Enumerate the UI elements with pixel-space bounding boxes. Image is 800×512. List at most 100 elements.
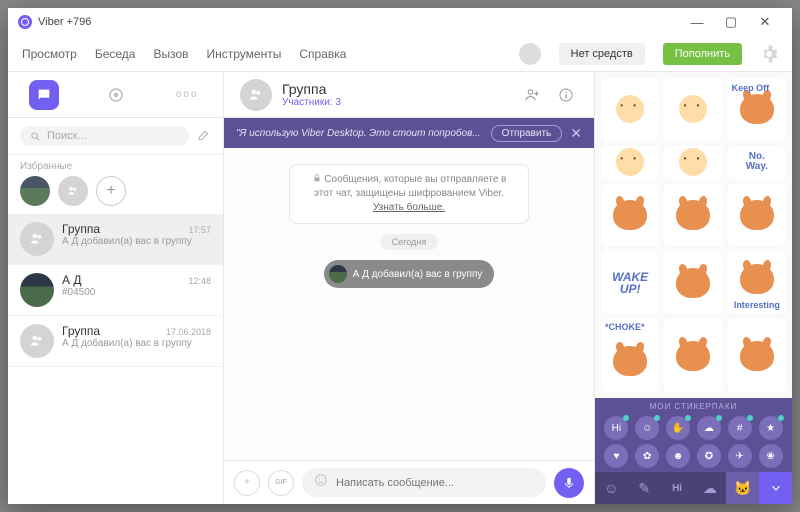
dial-icon	[107, 86, 125, 104]
gif-button[interactable]: GIF	[268, 470, 294, 496]
chat-title: Группа	[282, 81, 341, 97]
pack-item[interactable]: ❀	[759, 444, 783, 468]
pack-item[interactable]: Hi	[604, 416, 628, 440]
menu-conversation[interactable]: Беседа	[95, 47, 136, 61]
titlebar: Viber +796 — ▢ ✕	[8, 8, 792, 36]
sticker-item[interactable]	[601, 184, 659, 247]
voice-button[interactable]	[554, 468, 584, 498]
search-icon	[30, 131, 41, 142]
promo-close-button[interactable]: ✕	[570, 125, 582, 142]
sticker-item[interactable]: No. Way.	[728, 146, 786, 179]
system-message: А Д добавил(а) вас в группу	[324, 260, 495, 288]
btab-collapse[interactable]	[759, 472, 792, 504]
add-favorite-button[interactable]: +	[96, 176, 126, 206]
chat-participants[interactable]: Участники: 3	[282, 97, 341, 108]
sticker-packs: МОИ СТИКЕРПАКИ Hi ☺ ✋ ☁ # ★ ♥ ✿ ☻ ✪ ✈ ❀	[595, 398, 792, 472]
attach-button[interactable]: +	[234, 470, 260, 496]
lock-icon	[312, 173, 322, 183]
pack-item[interactable]: ☻	[666, 444, 690, 468]
more-icon: ooo	[176, 89, 199, 100]
menu-help[interactable]: Справка	[299, 47, 346, 61]
sticker-item[interactable]	[728, 184, 786, 247]
emoji-button[interactable]	[314, 473, 328, 492]
favorite-contact-1[interactable]	[20, 176, 50, 206]
chat-name: Группа	[62, 222, 100, 236]
sticker-item[interactable]	[664, 251, 722, 314]
pack-item[interactable]: ☁	[697, 416, 721, 440]
sticker-item[interactable]: Interesting	[728, 251, 786, 314]
search-input-wrap[interactable]: Поиск...	[20, 126, 189, 146]
contact-avatar	[20, 273, 54, 307]
pack-item[interactable]: ✪	[697, 444, 721, 468]
sidebar: ooo Поиск... Избранные +	[8, 72, 224, 504]
chat-snippet: А Д добавил(а) вас в группу	[62, 338, 211, 349]
search-placeholder: Поиск...	[47, 130, 87, 142]
chat-bubble-icon	[36, 87, 52, 103]
promo-text: "Я использую Viber Desktop. Это стоит по…	[236, 128, 483, 139]
btab-hi[interactable]: Hi	[661, 472, 694, 504]
sticker-item[interactable]	[728, 319, 786, 392]
smiley-icon	[314, 473, 328, 487]
balance-label[interactable]: Нет средств	[559, 43, 645, 65]
pack-item[interactable]: ✋	[666, 416, 690, 440]
topup-button[interactable]: Пополнить	[663, 43, 742, 65]
chat-list[interactable]: Группа17:57 А Д добавил(а) вас в группу …	[8, 214, 223, 504]
encryption-notice: Сообщения, которые вы отправляете в этот…	[289, 164, 529, 224]
compose-button[interactable]	[197, 128, 211, 145]
menu-call[interactable]: Вызов	[153, 47, 188, 61]
tab-more[interactable]: ooo	[151, 72, 223, 117]
promo-send-button[interactable]: Отправить	[491, 125, 563, 142]
menu-view[interactable]: Просмотр	[22, 47, 77, 61]
sticker-caption: No. Way.	[742, 152, 771, 172]
sticker-item[interactable]	[601, 78, 659, 141]
tab-calls[interactable]	[80, 72, 152, 117]
sticker-item[interactable]	[664, 78, 722, 141]
system-msg-text: А Д добавил(а) вас в группу	[353, 269, 483, 280]
chat-item[interactable]: Группа17:57 А Д добавил(а) вас в группу	[8, 214, 223, 265]
sticker-grid[interactable]: Keep Off No. Way. WAKE UP! Interesting *…	[595, 72, 792, 398]
minimize-button[interactable]: —	[680, 10, 714, 34]
btab-cat[interactable]: 🐱	[726, 472, 759, 504]
chat-snippet: #04500	[62, 287, 211, 298]
sticker-item[interactable]: WAKE UP!	[601, 251, 659, 314]
sticker-item[interactable]: *CHOKE*	[601, 319, 659, 392]
sticker-item[interactable]	[664, 319, 722, 392]
chat-info-button[interactable]	[554, 83, 578, 107]
window-title: Viber +796	[38, 16, 91, 28]
encryption-learn-more[interactable]: Узнать больше.	[373, 202, 445, 213]
message-input[interactable]	[336, 477, 534, 489]
chat-name: Группа	[62, 324, 100, 338]
chat-item[interactable]: Группа17.06.2018 А Д добавил(а) вас в гр…	[8, 316, 223, 367]
maximize-button[interactable]: ▢	[714, 10, 748, 34]
pack-item[interactable]: ♥	[604, 444, 628, 468]
pack-item[interactable]: ✈	[728, 444, 752, 468]
message-list[interactable]: Сообщения, которые вы отправляете в этот…	[224, 148, 594, 460]
btab-recent[interactable]: ✎	[628, 472, 661, 504]
account-avatar[interactable]	[519, 43, 541, 65]
pack-item[interactable]: ★	[759, 416, 783, 440]
chat-item[interactable]: А Д12:48 #04500	[8, 265, 223, 316]
pack-item[interactable]: ☺	[635, 416, 659, 440]
btab-pack[interactable]: ☁	[693, 472, 726, 504]
pack-item[interactable]: #	[728, 416, 752, 440]
btab-emoji[interactable]: ☺	[595, 472, 628, 504]
chat-header-avatar[interactable]	[240, 79, 272, 111]
settings-icon[interactable]	[760, 45, 778, 63]
sticker-caption: Keep Off	[732, 84, 770, 93]
sticker-item[interactable]	[664, 184, 722, 247]
tab-chats[interactable]	[8, 72, 80, 117]
add-participant-button[interactable]	[520, 83, 544, 107]
close-button[interactable]: ✕	[748, 10, 782, 34]
packs-title: МОИ СТИКЕРПАКИ	[595, 402, 792, 414]
sticker-item[interactable]: Keep Off	[728, 78, 786, 141]
group-avatar-icon	[20, 222, 54, 256]
pack-item[interactable]: ✿	[635, 444, 659, 468]
sticker-item[interactable]	[601, 146, 659, 179]
group-avatar-icon	[20, 324, 54, 358]
favorite-contact-2[interactable]	[58, 176, 88, 206]
favorites-row: +	[8, 176, 223, 214]
menu-tools[interactable]: Инструменты	[207, 47, 282, 61]
group-icon	[247, 86, 265, 104]
sticker-caption: Interesting	[728, 301, 786, 310]
sticker-item[interactable]	[664, 146, 722, 179]
